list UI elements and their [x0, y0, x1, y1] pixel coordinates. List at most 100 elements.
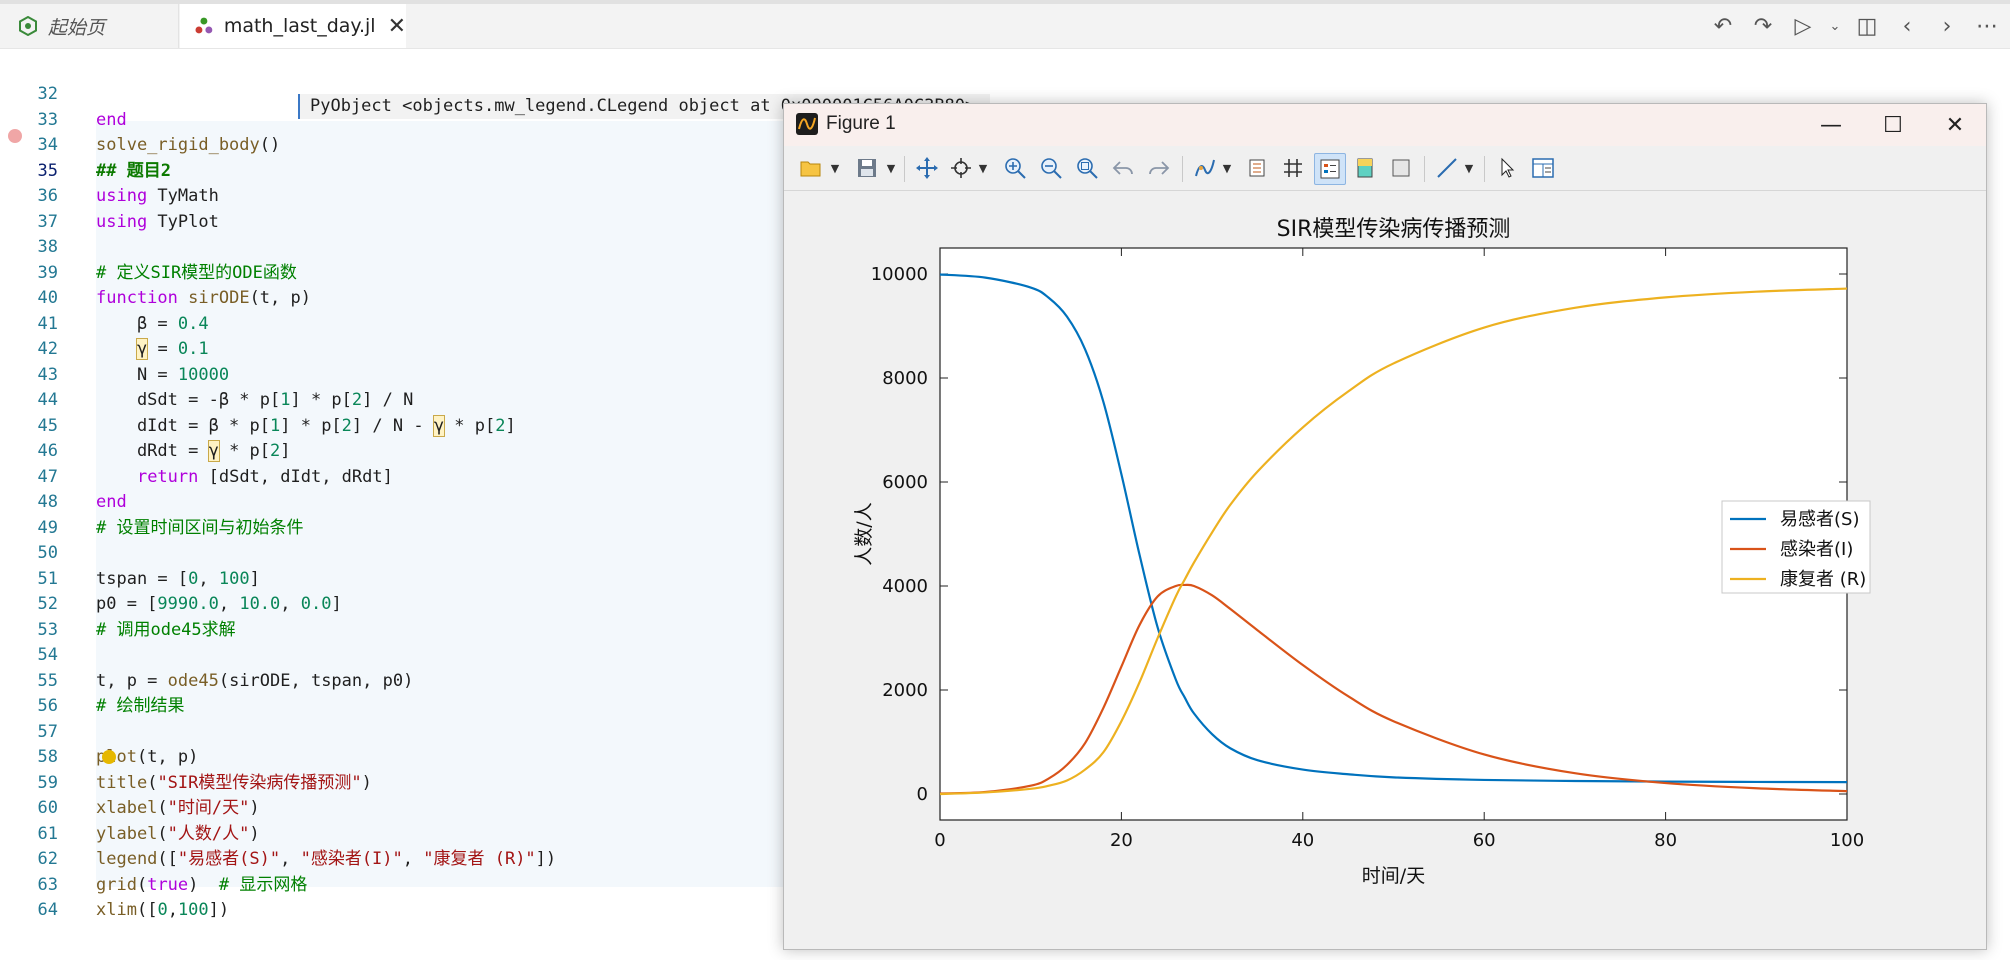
line-number: 54 — [37, 645, 58, 665]
colorbar-icon[interactable] — [1242, 153, 1272, 183]
code-text: dRdt = γ * p[2] — [96, 440, 291, 462]
julia-file-icon — [195, 17, 213, 34]
code-text: grid(true) # 显示网格 — [96, 874, 308, 895]
brush-icon[interactable] — [1190, 153, 1220, 183]
code-text: ## 题目2 — [96, 160, 171, 181]
editor-actions: ↶ ↷ ▷ ⌄ ◫ ‹ › ⋯ — [1706, 4, 2004, 48]
line-number: 63 — [37, 874, 58, 895]
code-text: solve_rigid_body() — [96, 135, 281, 155]
plot-area: 0 20 40 60 80 100 0 2000 4000 6000 8000 10000 — [871, 247, 1864, 851]
line-number: 41 — [37, 313, 58, 334]
close-button[interactable]: ✕ — [1924, 104, 1986, 146]
run-options-icon[interactable]: ⌄ — [1826, 9, 1844, 43]
figure-titlebar[interactable]: Figure 1 — ☐ ✕ — [784, 104, 1986, 146]
x-axis-label: 时间/天 — [1362, 865, 1425, 887]
maximize-button[interactable]: ☐ — [1862, 104, 1924, 146]
legend-label-0: 易感者(S) — [1780, 509, 1859, 530]
chart-title: SIR模型传染病传播预测 — [1277, 217, 1511, 242]
line-number: 43 — [37, 364, 58, 385]
toolbar-separator — [1484, 156, 1485, 182]
x-tick-label: 0 — [934, 830, 945, 851]
redo-view-icon[interactable] — [1144, 153, 1174, 183]
cursor-dropdown-icon[interactable]: ▼ — [976, 153, 990, 183]
line-number: 58 — [37, 747, 58, 767]
more-icon[interactable]: ⋯ — [1970, 9, 2004, 43]
x-tick-label: 40 — [1291, 830, 1314, 851]
code-text: xlabel("时间/天") — [96, 798, 260, 818]
tab-label: math_last_day.jl — [223, 15, 376, 37]
line-number: 45 — [37, 415, 58, 436]
forward-icon[interactable]: › — [1930, 9, 1964, 43]
line-number: 62 — [37, 849, 58, 869]
sir-chart: SIR模型传染病传播预测 时间/天 人数/人 0 20 40 60 80 100 0 2000… — [853, 217, 1871, 887]
code-text: title("SIR模型传染病传播预测") — [96, 772, 372, 793]
y-tick-label: 2000 — [882, 680, 928, 701]
tab-start-page[interactable]: 起始页 — [8, 4, 179, 48]
redo-icon[interactable]: ↷ — [1746, 9, 1780, 43]
zoom-in-icon[interactable] — [1000, 153, 1030, 183]
y-tick-label: 4000 — [882, 576, 928, 597]
editor-tab-bar: 起始页 math_last_day.jl ✕ ↶ ↷ ▷ ⌄ ◫ ‹ › ⋯ — [0, 4, 2010, 49]
open-dropdown-icon[interactable]: ▼ — [828, 153, 842, 183]
undo-view-icon[interactable] — [1108, 153, 1138, 183]
figure-window[interactable]: Figure 1 — ☐ ✕ ▼ ▼ ▼ ▼ ▼ SIR模型传染病传播预测 时间… — [783, 103, 1987, 950]
legend-label-2: 康复者 (R) — [1780, 569, 1866, 590]
undo-icon[interactable]: ↶ — [1706, 9, 1740, 43]
zoom-fit-icon[interactable] — [1072, 153, 1102, 183]
y-tick-label: 0 — [917, 784, 928, 805]
select-icon[interactable] — [1492, 153, 1522, 183]
grid-icon[interactable] — [1278, 153, 1308, 183]
zoom-out-icon[interactable] — [1036, 153, 1066, 183]
breakpoint-icon[interactable] — [8, 129, 22, 143]
line-number: 61 — [37, 823, 58, 844]
lightbulb-icon[interactable] — [102, 750, 116, 764]
line-number: 39 — [37, 262, 58, 283]
brush-dropdown-icon[interactable]: ▼ — [1220, 153, 1234, 183]
code-text: legend(["易感者(S)", "感染者(I)", "康复者 (R)"]) — [96, 849, 557, 869]
close-tab-icon[interactable]: ✕ — [388, 14, 406, 39]
pan-icon[interactable] — [912, 153, 942, 183]
code-text: ylabel("人数/人") — [96, 823, 260, 844]
split-editor-icon[interactable]: ◫ — [1850, 9, 1884, 43]
back-icon[interactable]: ‹ — [1890, 9, 1924, 43]
line-number: 32 — [37, 84, 58, 104]
line-icon[interactable] — [1432, 153, 1462, 183]
code-text: # 设置时间区间与初始条件 — [96, 517, 304, 538]
run-icon[interactable]: ▷ — [1786, 9, 1820, 43]
box-icon[interactable] — [1386, 153, 1416, 183]
y-axis-label: 人数/人 — [853, 502, 875, 565]
save-icon[interactable] — [852, 153, 882, 183]
code-text: # 定义SIR模型的ODE函数 — [96, 262, 297, 283]
toolbar-separator — [1424, 156, 1425, 182]
data-cursor-icon[interactable] — [946, 153, 976, 183]
x-tick-label: 100 — [1830, 830, 1864, 851]
legend: 易感者(S) 感染者(I) 康复者 (R) — [1721, 500, 1871, 594]
code-text: using TyPlot — [96, 211, 219, 232]
figure-app-icon — [796, 113, 818, 135]
code-text: # 绘制结果 — [96, 696, 185, 716]
minimize-button[interactable]: — — [1800, 104, 1862, 146]
save-dropdown-icon[interactable]: ▼ — [884, 153, 898, 183]
property-editor-icon[interactable] — [1528, 153, 1558, 183]
y-tick-label: 6000 — [882, 472, 928, 493]
x-tick-label: 80 — [1654, 830, 1677, 851]
axes-box — [939, 247, 1848, 821]
code-text: end — [96, 492, 127, 512]
code-text: function sirODE(t, p) — [96, 288, 311, 308]
code-text: dIdt = β * p[1] * p[2] / N - γ * p[2] — [96, 414, 516, 437]
legend-icon[interactable] — [1314, 153, 1346, 185]
line-number: 49 — [37, 517, 58, 538]
line-number: 33 — [37, 109, 58, 130]
tab-math-last-day[interactable]: math_last_day.jl ✕ — [180, 4, 406, 48]
line-number: 59 — [37, 772, 58, 793]
line-number: 38 — [37, 237, 58, 257]
figure-canvas[interactable]: SIR模型传染病传播预测 时间/天 人数/人 0 20 40 60 80 100 0 2000… — [784, 191, 1986, 949]
line-dropdown-icon[interactable]: ▼ — [1462, 153, 1476, 183]
y-tick-label: 8000 — [882, 368, 928, 389]
line-number: 64 — [37, 900, 58, 920]
colormap-icon[interactable] — [1350, 153, 1380, 183]
code-text: tspan = [0, 100] — [96, 568, 260, 589]
code-text: return [dSdt, dIdt, dRdt] — [136, 466, 393, 487]
open-icon[interactable] — [796, 153, 826, 183]
line-number: 55 — [37, 670, 58, 691]
